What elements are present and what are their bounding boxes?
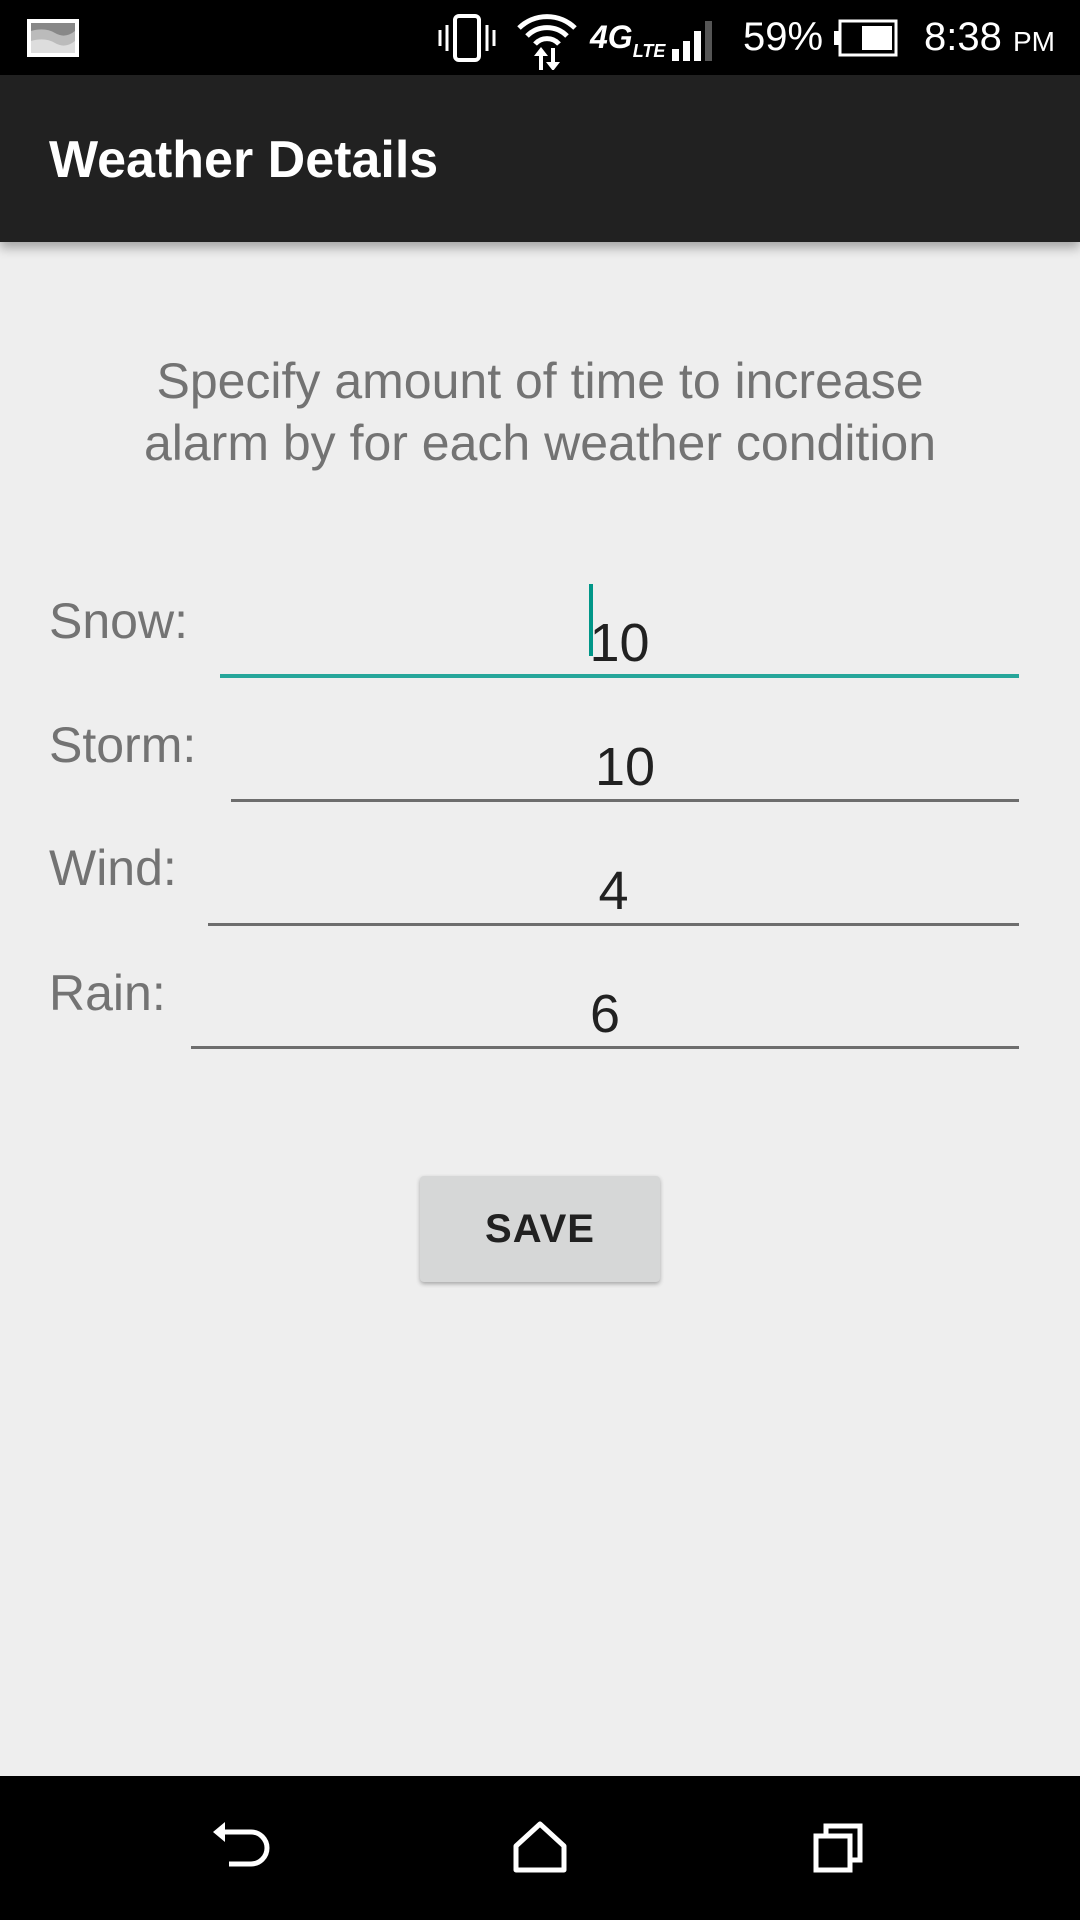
vibrate-icon [437, 0, 497, 75]
snow-value: 10 [589, 613, 650, 673]
signal-icon [670, 0, 726, 75]
wind-label: Wind: [49, 840, 177, 896]
battery-percent: 59% [743, 15, 824, 59]
status-bar: 4G LTE 59% 8:38 PM [0, 0, 1080, 75]
storm-value: 10 [594, 737, 656, 797]
gallery-notification-icon [25, 0, 81, 75]
battery-icon [832, 0, 900, 75]
am-pm: PM [1012, 25, 1055, 57]
clock: 8:38 PM [924, 0, 1055, 75]
description-line-2: alarm by for each weather condition [143, 415, 937, 471]
snow-input[interactable]: 10 [220, 612, 1019, 678]
app-bar: Weather Details [0, 75, 1080, 242]
network-sub-label: LTE [632, 41, 666, 61]
recent-apps-icon[interactable] [804, 1812, 876, 1884]
wind-value: 4 [598, 861, 629, 921]
description-line-1: Specify amount of time to increase [156, 353, 924, 409]
back-icon[interactable] [205, 1812, 277, 1884]
network-label: 4G [590, 19, 633, 55]
snow-label: Snow: [49, 593, 188, 649]
page-title: Weather Details [49, 131, 439, 189]
text-cursor [589, 584, 593, 656]
wifi-icon [515, 0, 579, 75]
storm-label: Storm: [49, 717, 197, 773]
rain-label: Rain: [49, 965, 166, 1021]
network-type: 4G LTE [590, 0, 665, 75]
navigation-bar [0, 1776, 1080, 1920]
rain-input[interactable]: 6 [191, 983, 1019, 1049]
save-button[interactable]: SAVE [420, 1176, 660, 1282]
description: Specify amount of time to increase alarm… [0, 350, 1080, 474]
wind-input[interactable]: 4 [208, 860, 1019, 926]
storm-input[interactable]: 10 [231, 736, 1019, 802]
rain-value: 6 [589, 984, 621, 1044]
home-icon[interactable] [504, 1812, 576, 1884]
time: 8:38 [924, 15, 1002, 59]
